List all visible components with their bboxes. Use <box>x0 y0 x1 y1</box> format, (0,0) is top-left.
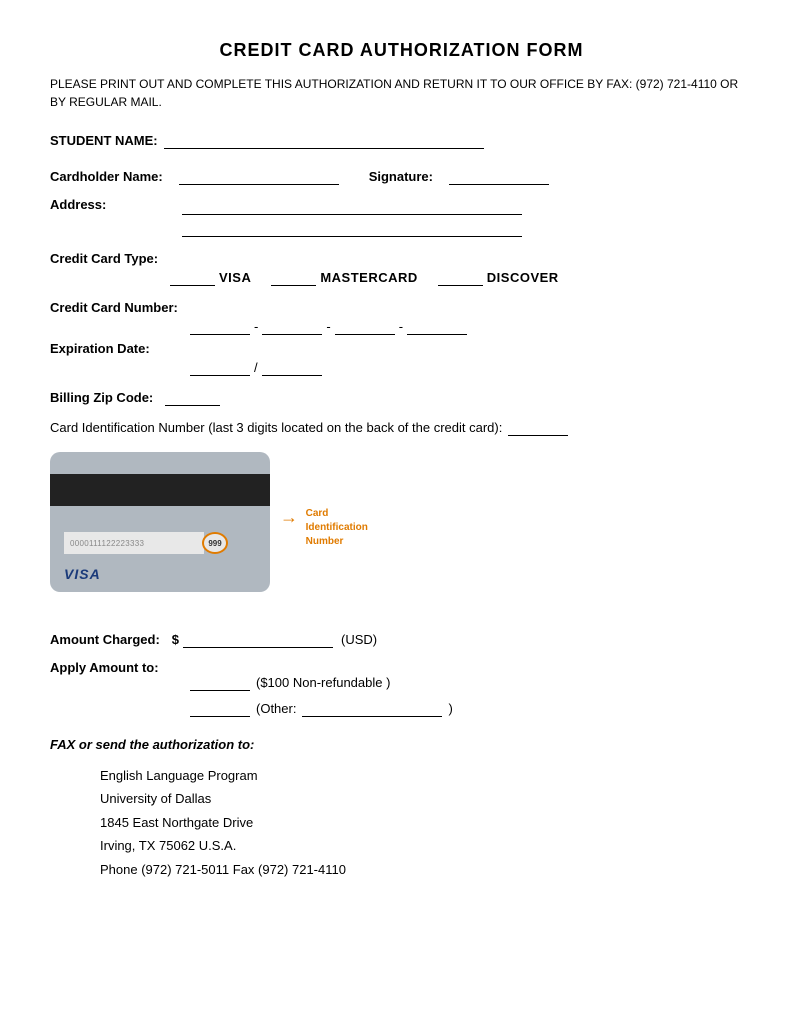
billing-zip-section: Billing Zip Code: <box>50 390 753 406</box>
cc-number-label: Credit Card Number: <box>50 300 747 315</box>
non-refundable-checkbox[interactable] <box>190 675 250 691</box>
exp-slash: / <box>254 360 258 375</box>
instructions-text: PLEASE PRINT OUT AND COMPLETE THIS AUTHO… <box>50 75 753 111</box>
signature-field[interactable] <box>449 169 549 185</box>
fax-label: FAX or send the authorization to: <box>50 737 753 752</box>
apply-amount-label: Apply Amount to: <box>50 660 747 675</box>
cc-type-section: Credit Card Type: VISA MASTERCARD DISCOV… <box>50 251 753 286</box>
address-label: Address: <box>50 197 106 212</box>
amount-field[interactable] <box>183 632 333 648</box>
billing-zip-field[interactable] <box>165 390 220 406</box>
exp-year-field[interactable] <box>262 360 322 376</box>
cc-cvv-circle: 999 <box>202 532 228 554</box>
page-title: CREDIT CARD AUTHORIZATION FORM <box>50 40 753 61</box>
cc-dash3: - <box>399 319 403 334</box>
address-line1-field[interactable] <box>182 199 522 215</box>
cc-number-section: Credit Card Number: - - - <box>50 300 753 335</box>
cc-cvv-value: 999 <box>208 539 221 548</box>
non-refundable-option: ($100 Non-refundable ) <box>190 675 753 691</box>
signature-label: Signature: <box>369 169 433 184</box>
discover-checkbox[interactable] <box>438 270 483 286</box>
student-name-field[interactable] <box>164 133 484 149</box>
student-name-label: STUDENT NAME: <box>50 133 158 148</box>
cc-type-label: Credit Card Type: <box>50 251 747 266</box>
visa-option[interactable]: VISA <box>170 270 251 286</box>
other-open-label: (Other: <box>256 701 296 716</box>
visa-checkbox[interactable] <box>170 270 215 286</box>
cc-number-field4[interactable] <box>407 319 467 335</box>
card-id-field[interactable] <box>508 420 568 436</box>
non-refundable-label: ($100 Non-refundable ) <box>256 675 390 690</box>
mastercard-label: MASTERCARD <box>320 270 417 285</box>
address-line2-field[interactable] <box>182 221 522 237</box>
cc-number-field1[interactable] <box>190 319 250 335</box>
mastercard-checkbox[interactable] <box>271 270 316 286</box>
amount-charged-label: Amount Charged: <box>50 632 160 647</box>
expiration-section: Expiration Date: / <box>50 341 753 376</box>
other-option: (Other: ) <box>190 701 753 717</box>
street-address: 1845 East Northgate Drive <box>100 811 753 834</box>
cardholder-name-field[interactable] <box>179 169 339 185</box>
student-name-section: STUDENT NAME: <box>50 133 753 149</box>
mastercard-option[interactable]: MASTERCARD <box>271 270 417 286</box>
billing-zip-label: Billing Zip Code: <box>50 390 153 405</box>
cc-number-display: 0000111122223333 <box>70 539 144 548</box>
cc-brand: VISA <box>64 566 101 582</box>
apply-amount-section: Apply Amount to: ($100 Non-refundable ) … <box>50 660 753 717</box>
cardholder-row: Cardholder Name: Signature: <box>50 169 753 185</box>
city-state: Irving, TX 75062 U.S.A. <box>100 834 753 857</box>
card-id-label: Card Identification Number (last 3 digit… <box>50 420 502 435</box>
exp-month-field[interactable] <box>190 360 250 376</box>
visa-label: VISA <box>219 270 251 285</box>
discover-option[interactable]: DISCOVER <box>438 270 559 286</box>
cc-dash2: - <box>326 319 330 334</box>
org-name: English Language Program <box>100 764 753 787</box>
cc-image: 0000111122223333 999 VISA <box>50 452 270 592</box>
phone-fax: Phone (972) 721-5011 Fax (972) 721-4110 <box>100 858 753 881</box>
address-block: English Language Program University of D… <box>100 764 753 881</box>
discover-label: DISCOVER <box>487 270 559 285</box>
card-id-section: Card Identification Number (last 3 digit… <box>50 420 753 436</box>
cc-arrow-icon: → <box>280 507 298 527</box>
cardholder-name-label: Cardholder Name: <box>50 169 163 184</box>
cc-image-wrapper: 0000111122223333 999 VISA → CardIdentifi… <box>50 452 753 612</box>
other-close-label: ) <box>448 701 452 716</box>
expiration-label: Expiration Date: <box>50 341 747 356</box>
fax-section: FAX or send the authorization to: Englis… <box>50 737 753 881</box>
cc-number-field2[interactable] <box>262 319 322 335</box>
amount-charged-section: Amount Charged: $ (USD) <box>50 632 753 648</box>
cc-identification-label: CardIdentificationNumber <box>306 507 386 549</box>
other-field[interactable] <box>302 701 442 717</box>
address-section: Address: <box>50 197 753 237</box>
usd-label: (USD) <box>341 632 377 647</box>
cc-dash1: - <box>254 319 258 334</box>
dollar-sign: $ <box>172 632 179 647</box>
magnetic-strip <box>50 474 270 506</box>
other-checkbox[interactable] <box>190 701 250 717</box>
university-name: University of Dallas <box>100 787 753 810</box>
cc-number-field3[interactable] <box>335 319 395 335</box>
cc-signature-area: 0000111122223333 <box>64 532 204 554</box>
